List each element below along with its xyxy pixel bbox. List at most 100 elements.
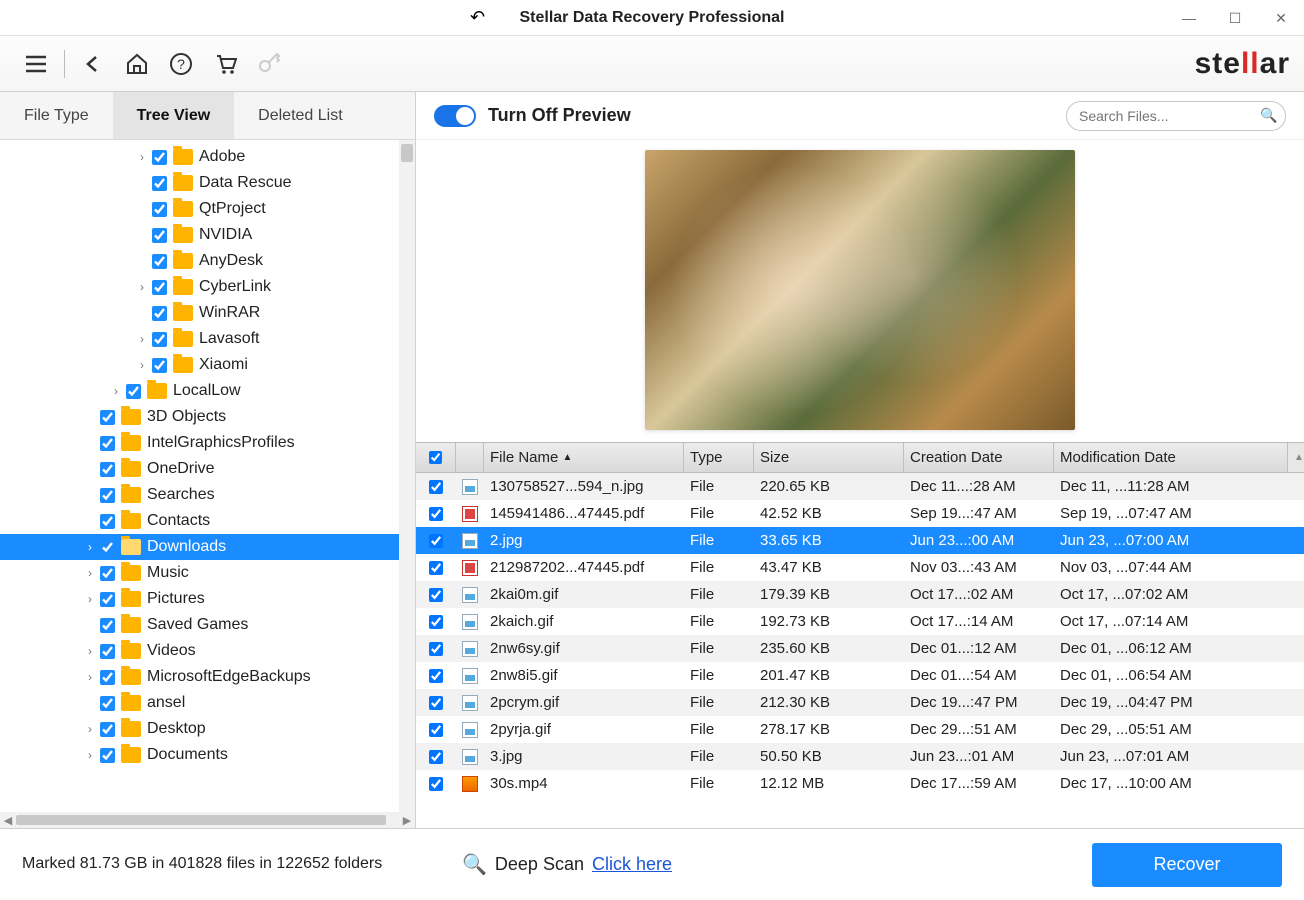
home-button[interactable] [115,44,159,84]
table-row[interactable]: 3.jpgFile50.50 KBJun 23...:01 AMJun 23, … [416,743,1304,770]
expander-icon[interactable]: › [82,722,98,736]
tree-checkbox[interactable] [100,410,115,425]
cart-button[interactable] [203,44,247,84]
tree-item[interactable]: ›Pictures [0,586,415,612]
tree-scrollbar-horizontal[interactable]: ◀▶ [0,812,415,828]
col-size[interactable]: Size [754,443,904,472]
table-row[interactable]: 2.jpgFile33.65 KBJun 23...:00 AMJun 23, … [416,527,1304,554]
tree-item[interactable]: ›Music [0,560,415,586]
row-checkbox[interactable] [429,669,443,683]
expander-icon[interactable]: › [108,384,124,398]
tree-checkbox[interactable] [152,254,167,269]
tree-item[interactable]: ›CyberLink [0,274,415,300]
col-file-name[interactable]: File Name ▲ [484,443,684,472]
table-row[interactable]: 2kai0m.gifFile179.39 KBOct 17...:02 AMOc… [416,581,1304,608]
expander-icon[interactable]: › [82,592,98,606]
tree-item[interactable]: ›Lavasoft [0,326,415,352]
tree-checkbox[interactable] [100,644,115,659]
folder-tree[interactable]: ›AdobeData RescueQtProjectNVIDIAAnyDesk›… [0,140,415,812]
row-checkbox[interactable] [429,642,443,656]
tab-file-type[interactable]: File Type [0,92,113,139]
tree-item[interactable]: AnyDesk [0,248,415,274]
tree-checkbox[interactable] [100,462,115,477]
tree-item[interactable]: OneDrive [0,456,415,482]
tree-item[interactable]: Contacts [0,508,415,534]
tree-checkbox[interactable] [100,722,115,737]
expander-icon[interactable]: › [82,644,98,658]
row-checkbox[interactable] [429,507,443,521]
tree-checkbox[interactable] [152,358,167,373]
tree-item[interactable]: Data Rescue [0,170,415,196]
tree-checkbox[interactable] [152,332,167,347]
tree-item[interactable]: ansel [0,690,415,716]
row-checkbox[interactable] [429,561,443,575]
preview-toggle[interactable] [434,105,476,127]
col-creation-date[interactable]: Creation Date [904,443,1054,472]
expander-icon[interactable]: › [134,150,150,164]
undo-icon[interactable]: ↶ [470,7,485,28]
expander-icon[interactable]: › [82,670,98,684]
expander-icon[interactable]: › [82,540,98,554]
header-checkbox[interactable] [429,451,442,464]
tree-checkbox[interactable] [152,202,167,217]
back-button[interactable] [71,44,115,84]
tree-item[interactable]: Saved Games [0,612,415,638]
tree-checkbox[interactable] [152,280,167,295]
expander-icon[interactable]: › [82,748,98,762]
table-row[interactable]: 2pyrja.gifFile278.17 KBDec 29...:51 AMDe… [416,716,1304,743]
tree-checkbox[interactable] [100,488,115,503]
expander-icon[interactable]: › [82,566,98,580]
row-checkbox[interactable] [429,615,443,629]
table-row[interactable]: 145941486...47445.pdfFile42.52 KBSep 19.… [416,500,1304,527]
tree-checkbox[interactable] [100,540,115,555]
table-row[interactable]: 2pcrym.gifFile212.30 KBDec 19...:47 PMDe… [416,689,1304,716]
tree-scrollbar-vertical[interactable] [399,140,415,812]
file-table-header[interactable]: File Name ▲ Type Size Creation Date Modi… [416,443,1304,473]
tree-checkbox[interactable] [100,696,115,711]
expander-icon[interactable]: › [134,280,150,294]
table-row[interactable]: 130758527...594_n.jpgFile220.65 KBDec 11… [416,473,1304,500]
tree-checkbox[interactable] [126,384,141,399]
tree-checkbox[interactable] [100,592,115,607]
tree-checkbox[interactable] [100,566,115,581]
tree-item[interactable]: ›Documents [0,742,415,768]
tree-item[interactable]: ›LocalLow [0,378,415,404]
col-modification-date[interactable]: Modification Date [1054,443,1288,472]
tree-item[interactable]: ›Downloads [0,534,415,560]
search-box[interactable]: 🔍 [1066,101,1286,131]
expander-icon[interactable]: › [134,332,150,346]
maximize-button[interactable]: ☐ [1212,0,1258,36]
key-button[interactable] [247,44,291,84]
row-checkbox[interactable] [429,777,443,791]
tree-checkbox[interactable] [100,670,115,685]
deep-scan-link[interactable]: Click here [592,854,672,875]
tree-item[interactable]: ›MicrosoftEdgeBackups [0,664,415,690]
table-row[interactable]: 30s.mp4File12.12 MBDec 17...:59 AMDec 17… [416,770,1304,797]
table-row[interactable]: 2nw6sy.gifFile235.60 KBDec 01...:12 AMDe… [416,635,1304,662]
menu-button[interactable] [14,44,58,84]
tree-checkbox[interactable] [100,618,115,633]
row-checkbox[interactable] [429,750,443,764]
tree-checkbox[interactable] [152,150,167,165]
tree-checkbox[interactable] [152,306,167,321]
tree-item[interactable]: WinRAR [0,300,415,326]
table-row[interactable]: 212987202...47445.pdfFile43.47 KBNov 03.… [416,554,1304,581]
tree-checkbox[interactable] [152,176,167,191]
tab-deleted-list[interactable]: Deleted List [234,92,367,139]
minimize-button[interactable]: — [1166,0,1212,36]
row-checkbox[interactable] [429,588,443,602]
tree-item[interactable]: NVIDIA [0,222,415,248]
close-button[interactable]: ✕ [1258,0,1304,36]
tree-checkbox[interactable] [100,514,115,529]
tree-item[interactable]: Searches [0,482,415,508]
col-type[interactable]: Type [684,443,754,472]
tree-item[interactable]: IntelGraphicsProfiles [0,430,415,456]
table-row[interactable]: 2nw8i5.gifFile201.47 KBDec 01...:54 AMDe… [416,662,1304,689]
row-checkbox[interactable] [429,723,443,737]
row-checkbox[interactable] [429,534,443,548]
tree-item[interactable]: ›Adobe [0,144,415,170]
tree-item[interactable]: ›Desktop [0,716,415,742]
tree-checkbox[interactable] [100,436,115,451]
tree-item[interactable]: 3D Objects [0,404,415,430]
recover-button[interactable]: Recover [1092,843,1282,887]
